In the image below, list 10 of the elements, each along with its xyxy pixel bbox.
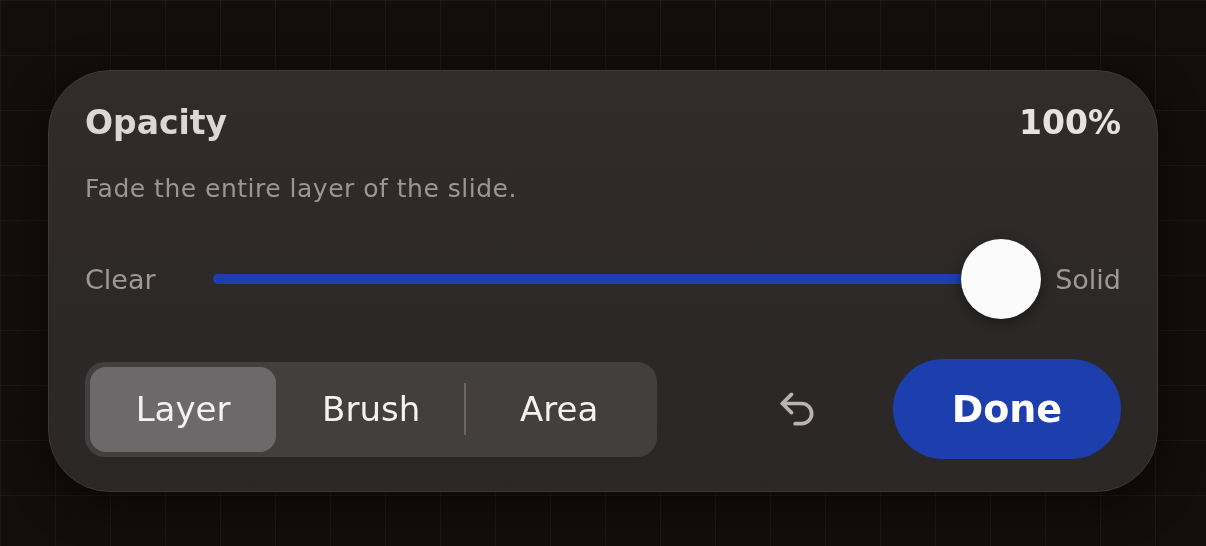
mode-tab[interactable]: Brush xyxy=(278,366,465,452)
max-label: Solid xyxy=(1054,263,1121,295)
mode-tab[interactable]: Layer xyxy=(90,366,277,452)
panel-title: Opacity xyxy=(85,103,228,142)
opacity-slider[interactable] xyxy=(213,239,1041,319)
panel-description: Fade the entire layer of the slide. xyxy=(85,174,518,203)
done-button[interactable]: Done xyxy=(892,359,1121,459)
mode-tab[interactable]: Area xyxy=(466,366,653,452)
min-label: Clear xyxy=(85,263,157,295)
opacity-value: 100% xyxy=(1019,103,1121,142)
